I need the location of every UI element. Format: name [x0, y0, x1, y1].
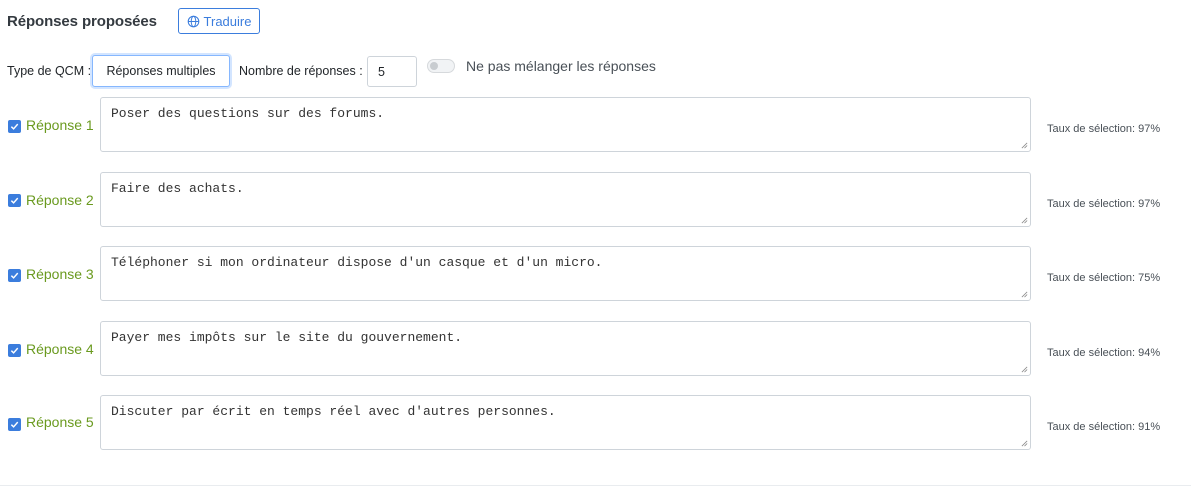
resize-handle-icon[interactable]: [1021, 440, 1028, 447]
qcm-options: Type de QCM : Réponses multiples Nombre …: [7, 55, 707, 87]
qcm-type-label: Type de QCM :: [7, 64, 92, 78]
resize-handle-icon[interactable]: [1021, 366, 1028, 373]
answer-checkbox[interactable]: [8, 120, 21, 133]
answer-textarea[interactable]: Téléphoner si mon ordinateur dispose d'u…: [100, 246, 1031, 301]
answer-checkbox[interactable]: [8, 418, 21, 431]
translate-button[interactable]: Traduire: [178, 8, 260, 34]
shuffle-toggle[interactable]: [427, 59, 455, 73]
answer-row: Réponse 1 Poser des questions sur des fo…: [0, 97, 1191, 153]
check-icon: [10, 272, 19, 279]
answer-label: Réponse 4: [26, 341, 94, 357]
answer-textarea[interactable]: Payer mes impôts sur le site du gouverne…: [100, 321, 1031, 376]
globe-icon: [187, 15, 199, 27]
answer-checkbox[interactable]: [8, 344, 21, 357]
check-icon: [10, 197, 19, 204]
answer-textarea[interactable]: Poser des questions sur des forums.: [100, 97, 1031, 152]
answer-row: Réponse 3 Téléphoner si mon ordinateur d…: [0, 246, 1191, 302]
answer-label: Réponse 3: [26, 266, 94, 282]
answer-textarea[interactable]: Faire des achats.: [100, 172, 1031, 227]
translate-label: Traduire: [203, 13, 252, 29]
answer-row: Réponse 2 Faire des achats. Taux de séle…: [0, 172, 1191, 228]
answer-row: Réponse 5 Discuter par écrit en temps ré…: [0, 395, 1191, 451]
answer-checkbox[interactable]: [8, 194, 21, 207]
section-header: Réponses proposées: [7, 7, 157, 35]
selection-rate: Taux de sélection: 75%: [1047, 272, 1161, 284]
answer-checkbox[interactable]: [8, 269, 21, 282]
answer-textarea[interactable]: Discuter par écrit en temps réel avec d'…: [100, 395, 1031, 450]
selection-rate: Taux de sélection: 94%: [1047, 347, 1161, 359]
answer-label: Réponse 5: [26, 414, 94, 430]
section-title: Réponses proposées: [7, 12, 157, 30]
shuffle-label: Ne pas mélanger les réponses: [466, 58, 656, 74]
check-icon: [10, 123, 19, 130]
check-icon: [10, 421, 19, 428]
answer-label: Réponse 2: [26, 192, 94, 208]
resize-handle-icon[interactable]: [1021, 291, 1028, 298]
resize-handle-icon[interactable]: [1021, 217, 1028, 224]
selection-rate: Taux de sélection: 91%: [1047, 421, 1161, 433]
answer-label: Réponse 1: [26, 117, 94, 133]
divider: [0, 485, 1191, 486]
answer-count-label: Nombre de réponses :: [239, 64, 363, 78]
answer-count-input[interactable]: 5: [367, 56, 417, 87]
answer-row: Réponse 4 Payer mes impôts sur le site d…: [0, 321, 1191, 377]
selection-rate: Taux de sélection: 97%: [1047, 123, 1161, 135]
selection-rate: Taux de sélection: 97%: [1047, 198, 1161, 210]
resize-handle-icon[interactable]: [1021, 142, 1028, 149]
toggle-knob: [430, 62, 438, 70]
check-icon: [10, 347, 19, 354]
qcm-type-select[interactable]: Réponses multiples: [92, 55, 230, 87]
